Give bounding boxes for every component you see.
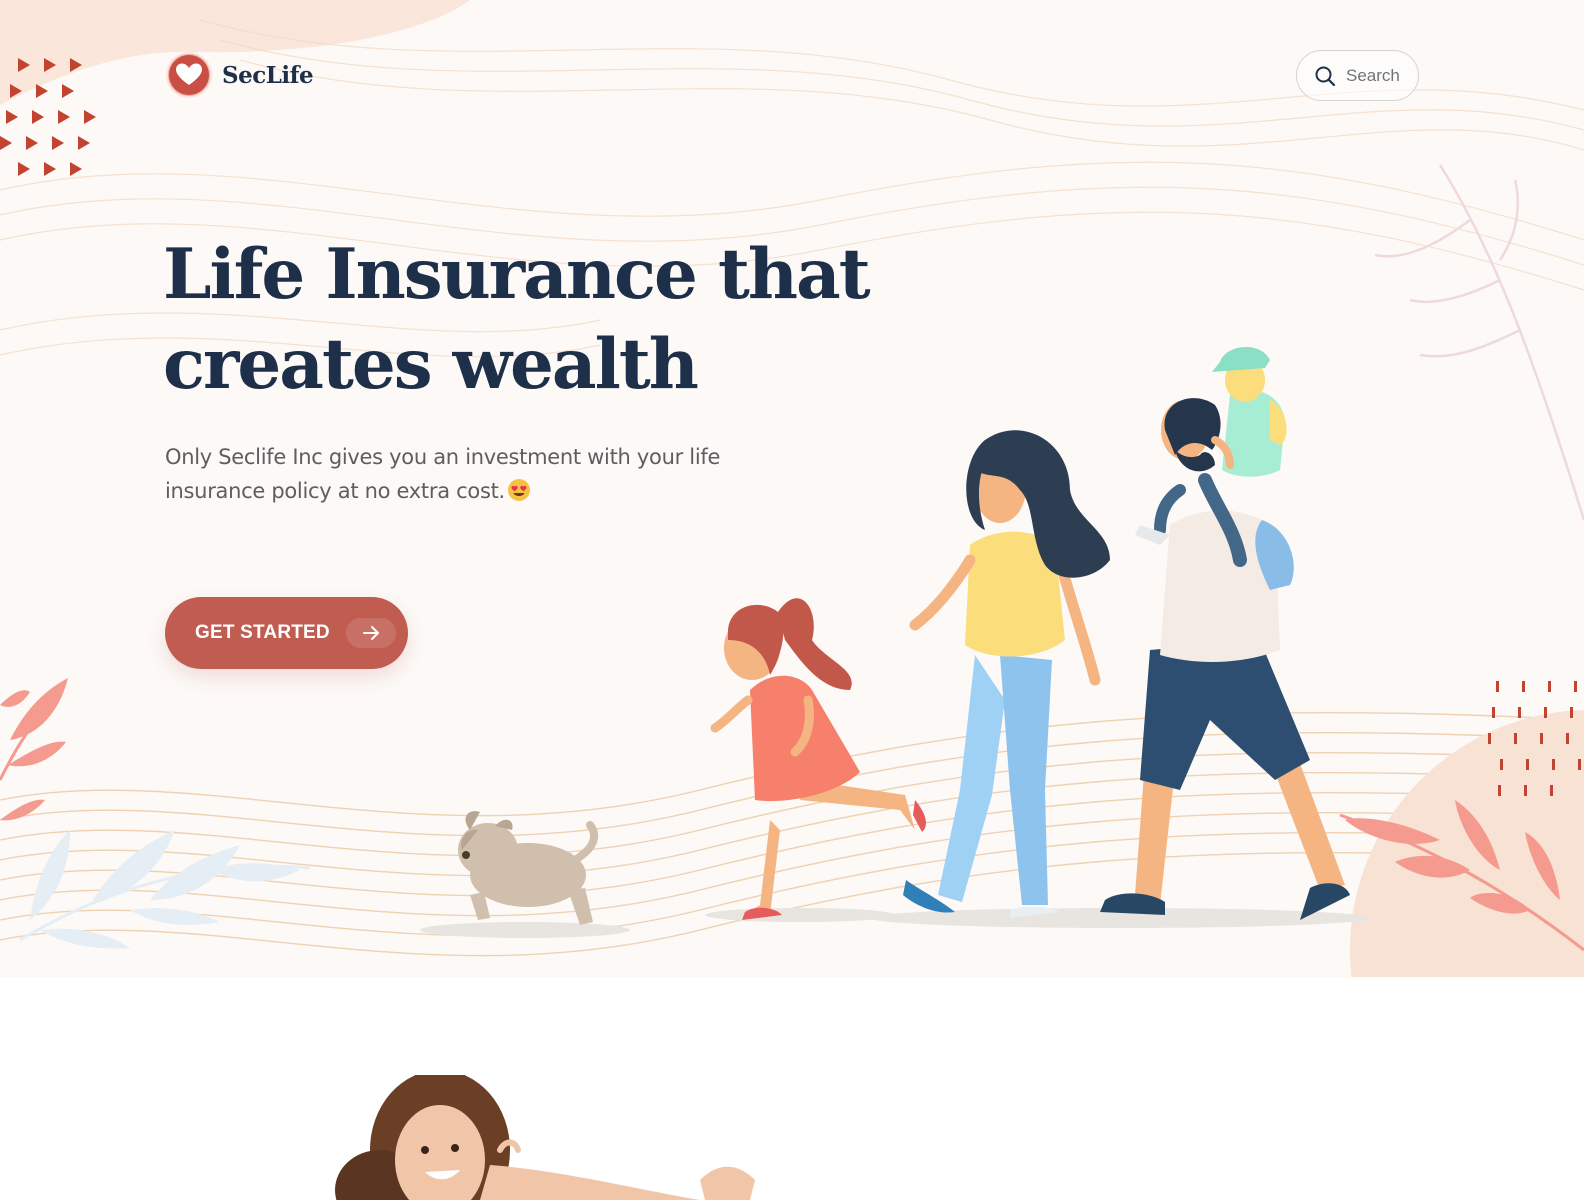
search-icon[interactable] bbox=[1314, 65, 1336, 87]
heart-icon bbox=[166, 52, 212, 98]
family-walking-illustration bbox=[458, 347, 1350, 925]
arrow-right-icon bbox=[362, 626, 379, 640]
search-box[interactable] bbox=[1296, 50, 1419, 101]
brand-logo[interactable]: SecLife bbox=[165, 51, 314, 99]
search-input[interactable] bbox=[1346, 65, 1416, 86]
man-with-child-illustration bbox=[1100, 347, 1350, 920]
brand-name: SecLife bbox=[222, 61, 314, 89]
girl-illustration bbox=[710, 598, 926, 920]
family-photo bbox=[335, 1075, 755, 1200]
cta-arrow-container bbox=[345, 618, 396, 648]
get-started-button[interactable]: GET STARTED bbox=[165, 597, 408, 669]
hero-section: SecLife Life Insurance that creates weal… bbox=[0, 0, 1584, 977]
woman-illustration bbox=[903, 430, 1110, 918]
dog-illustration bbox=[458, 811, 599, 925]
get-started-label: GET STARTED bbox=[195, 622, 330, 643]
